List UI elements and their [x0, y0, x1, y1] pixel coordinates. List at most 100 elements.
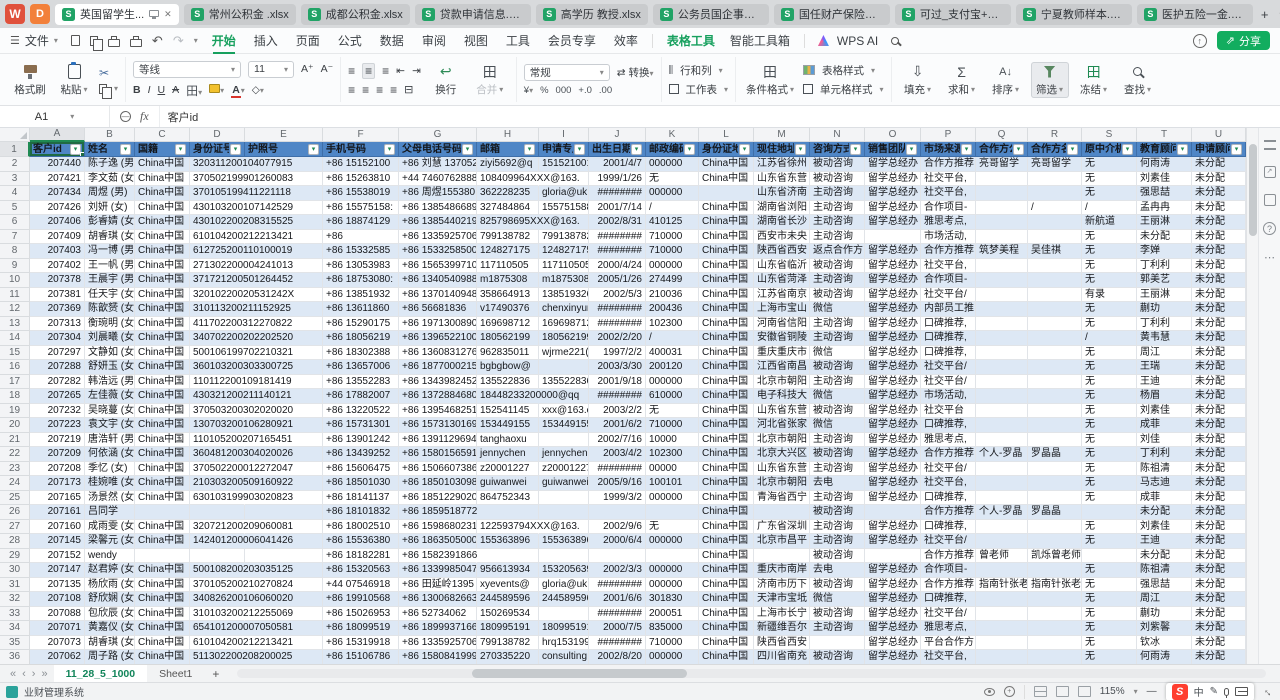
cell[interactable]: 207208	[30, 462, 85, 477]
system-app-label[interactable]: 业财管理系统	[24, 684, 84, 699]
cell[interactable]: +86 刘慧 137052	[399, 157, 477, 172]
header-cell-E1[interactable]: 护照号▾	[245, 142, 323, 157]
cell[interactable]: China中国	[135, 375, 190, 390]
convert-button[interactable]: ⇄ 转换▾	[617, 65, 654, 80]
cell[interactable]: 被动咨询	[810, 360, 865, 375]
cell[interactable]: 合作方推荐	[921, 578, 976, 593]
cell[interactable]: +86 19910568	[323, 592, 399, 607]
cell[interactable]: 被动咨询	[810, 404, 865, 419]
cell[interactable]: jennychen	[477, 447, 539, 462]
cell[interactable]: +86 1533258500	[399, 244, 477, 259]
cell[interactable]: 200436	[646, 302, 699, 317]
save-icon[interactable]	[71, 35, 80, 46]
row-number[interactable]: 6	[0, 215, 30, 230]
menu-item-公式[interactable]: 公式	[337, 28, 363, 53]
cell[interactable]: 被动咨询	[810, 607, 865, 622]
cell[interactable]: 207282	[30, 375, 85, 390]
column-header-Q[interactable]: Q	[976, 128, 1028, 142]
cell[interactable]: 244589596	[539, 592, 589, 607]
header-cell-U1[interactable]: 申请顾问▾	[1192, 142, 1246, 157]
ime-pen-icon[interactable]: ✎	[1210, 686, 1218, 697]
cell[interactable]: +86 1851229020	[399, 491, 477, 506]
cell[interactable]: China中国	[135, 273, 190, 288]
cell[interactable]: 济南市历下	[754, 578, 810, 593]
cell[interactable]: China中国	[135, 331, 190, 346]
cell[interactable]: China中国	[699, 244, 754, 259]
cell[interactable]: 社交平台	[921, 404, 976, 419]
header-cell-B1[interactable]: 姓名▾	[85, 142, 135, 157]
cell[interactable]: China中国	[699, 230, 754, 245]
cell[interactable]: 710000	[646, 230, 699, 245]
cell[interactable]: 430102200208315525	[190, 215, 245, 230]
column-header-U[interactable]: U	[1192, 128, 1246, 142]
cell[interactable]: 丁利利	[1137, 317, 1192, 332]
cell[interactable]: 口碑推荐,	[921, 491, 976, 506]
align-center-icon[interactable]: ≡	[362, 83, 369, 97]
column-header-G[interactable]: G	[399, 128, 477, 142]
cell[interactable]: 安徽省铜陵	[754, 331, 810, 346]
cell[interactable]: 无	[646, 172, 699, 187]
cell[interactable]: 留学总经办	[865, 346, 921, 361]
filter-dropdown-icon[interactable]: ▾	[1122, 144, 1133, 155]
cell[interactable]: 150269534	[477, 607, 539, 622]
cell[interactable]: 湖南省长沙	[754, 215, 810, 230]
sheet-tab[interactable]: Sheet1	[147, 665, 204, 682]
cell[interactable]: China中国	[135, 462, 190, 477]
cell[interactable]: 陈子逸 (男	[85, 157, 135, 172]
cell[interactable]: 无	[1082, 650, 1137, 664]
filter-dropdown-icon[interactable]: ▾	[631, 144, 642, 155]
cell[interactable]: 季忆 (女)	[85, 462, 135, 477]
zoom-out-button[interactable]: —	[1147, 686, 1157, 697]
cell[interactable]: 合作项目-	[921, 273, 976, 288]
sheet-tab-active[interactable]: 11_28_5_1000	[54, 665, 148, 682]
worksheet-button[interactable]: 工作表▾	[669, 82, 729, 97]
cell[interactable]: +86 15606475	[323, 462, 399, 477]
cell[interactable]: 169698712	[477, 317, 539, 332]
bold-button[interactable]: B	[133, 84, 141, 96]
cell[interactable]: 未分配	[1192, 317, 1246, 332]
column-header-J[interactable]: J	[589, 128, 646, 142]
cell[interactable]: +86 周煜155380:	[399, 186, 477, 201]
cell[interactable]	[1028, 273, 1082, 288]
menu-item-工具[interactable]: 工具	[505, 28, 531, 53]
column-header-A[interactable]: A	[30, 128, 85, 142]
cell[interactable]: 未分配	[1192, 607, 1246, 622]
cell[interactable]: 310103200212255069	[190, 607, 245, 622]
cell[interactable]: China中国	[135, 650, 190, 664]
cell[interactable]: China中国	[699, 404, 754, 419]
cell[interactable]: 山东省东营	[754, 404, 810, 419]
row-number[interactable]: 33	[0, 607, 30, 622]
row-number[interactable]: 36	[0, 650, 30, 664]
cell[interactable]: 成菲	[1137, 491, 1192, 506]
cell[interactable]: China中国	[135, 244, 190, 259]
cell[interactable]: 杨欣雨 (女	[85, 578, 135, 593]
horizontal-scrollbar[interactable]	[237, 669, 1266, 678]
cell[interactable]: 筑梦美程	[976, 244, 1028, 259]
cell[interactable]: 无	[1082, 563, 1137, 578]
cell[interactable]: 无	[1082, 360, 1137, 375]
file-tab[interactable]: S英国留学生...✕	[55, 4, 179, 25]
cell[interactable]: 未分配	[1192, 418, 1246, 433]
cell[interactable]	[976, 592, 1028, 607]
cell[interactable]: 654101200007050581	[190, 621, 245, 636]
cell[interactable]: +86 1971300890	[399, 317, 477, 332]
cell[interactable]: 留学总经办	[865, 317, 921, 332]
cell[interactable]: China中国	[135, 636, 190, 651]
cell[interactable]: 电子科技大	[754, 389, 810, 404]
cell[interactable]: +86 13657006	[323, 360, 399, 375]
cell[interactable]	[245, 549, 323, 564]
cell[interactable]: 320311200104077915	[190, 157, 245, 172]
filter-dropdown-icon[interactable]: ▾	[1177, 144, 1188, 155]
cell[interactable]: 主动咨询	[810, 534, 865, 549]
cell[interactable]: 无	[1082, 244, 1137, 259]
cell[interactable]: 未分配	[1192, 447, 1246, 462]
column-header-M[interactable]: M	[754, 128, 810, 142]
filter-dropdown-icon[interactable]: ▾	[1013, 144, 1024, 155]
cell[interactable]	[976, 534, 1028, 549]
cell[interactable]	[1028, 302, 1082, 317]
cell[interactable]: China中国	[135, 491, 190, 506]
row-number[interactable]: 4	[0, 186, 30, 201]
menu-item-会员专享[interactable]: 会员专享	[547, 28, 597, 53]
cell[interactable]: China中国	[135, 288, 190, 303]
cell[interactable]: 124827175	[539, 244, 589, 259]
